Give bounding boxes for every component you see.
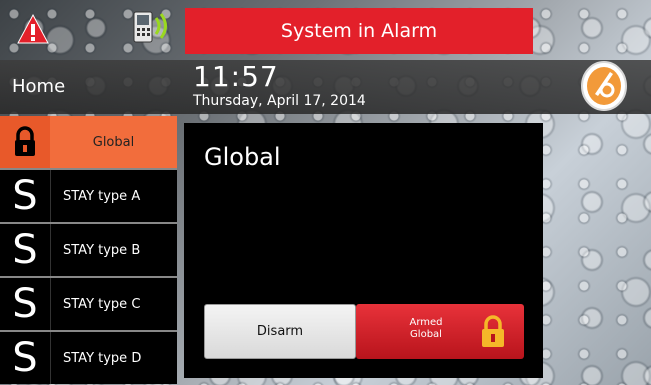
home-bar: Home 11:57 Thursday, April 17, 2014 <box>0 60 651 114</box>
sidebar-item-stay-c[interactable]: S STAY type C <box>0 278 177 330</box>
sidebar-item-label: STAY type B <box>63 242 141 258</box>
lock-icon <box>482 315 504 347</box>
sidebar-item-stay-a[interactable]: S STAY type A <box>0 170 177 222</box>
disarm-button[interactable]: Disarm <box>204 304 356 359</box>
clock-time: 11:57 <box>193 60 279 93</box>
armed-status-label: Armed Global <box>396 317 456 341</box>
panel-title: Global <box>204 143 281 171</box>
home-button[interactable]: Home <box>12 76 65 97</box>
stay-icon: S <box>0 170 51 222</box>
sidebar-item-label: STAY type A <box>63 188 141 204</box>
logo <box>581 61 627 111</box>
sidebar-item-global[interactable]: Global <box>0 116 177 168</box>
armed-global-button[interactable]: Armed Global <box>356 304 524 359</box>
alert-icon[interactable] <box>16 13 50 47</box>
sidebar-item-stay-b[interactable]: S STAY type B <box>0 224 177 276</box>
clock-date: Thursday, April 17, 2014 <box>193 93 366 109</box>
stay-icon: S <box>0 224 51 276</box>
sidebar: Global S STAY type A S STAY type B S STA… <box>0 116 177 385</box>
top-bar: System in Alarm <box>0 0 651 56</box>
stay-icon: S <box>0 332 51 384</box>
alarm-banner[interactable]: System in Alarm <box>185 8 533 54</box>
sidebar-item-label: Global <box>92 134 135 150</box>
sidebar-item-label: STAY type C <box>63 296 141 312</box>
sidebar-item-stay-d[interactable]: S STAY type D <box>0 332 177 384</box>
sidebar-item-label: STAY type D <box>63 350 142 366</box>
lock-icon <box>0 116 50 168</box>
area-panel: Global Disarm Armed Global <box>184 123 543 378</box>
stay-icon: S <box>0 278 51 330</box>
armed-line1: Armed <box>409 317 443 328</box>
armed-line2: Global <box>410 329 442 340</box>
phone-icon[interactable] <box>130 8 172 46</box>
